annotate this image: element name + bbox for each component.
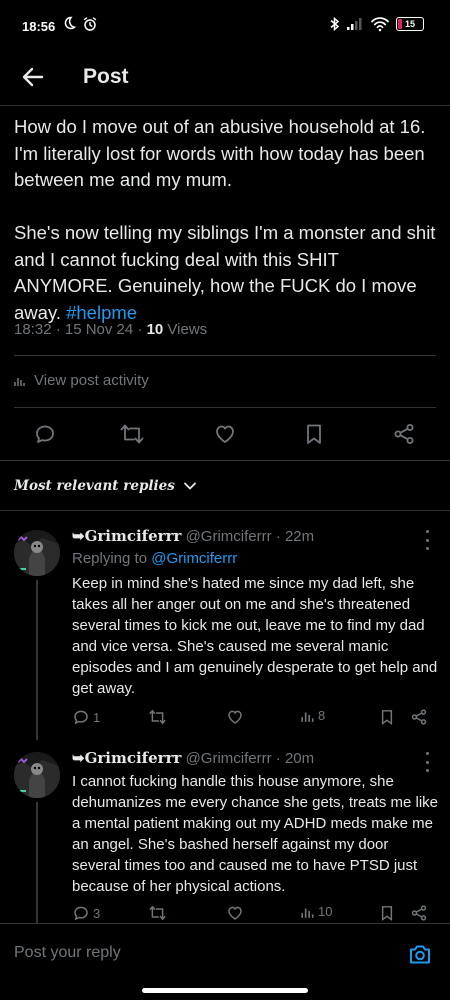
avatar[interactable] [14, 530, 60, 576]
repost-icon [149, 905, 166, 921]
reply-composer: Post your reply [0, 923, 450, 985]
share-icon [411, 709, 427, 725]
view-count: 10 [146, 321, 164, 338]
alarm-icon [83, 17, 97, 31]
avatar-image [14, 752, 60, 798]
camera-button[interactable] [404, 938, 436, 970]
like-button[interactable] [226, 904, 244, 922]
reply-count: 3 [93, 905, 101, 921]
hashtag-link[interactable]: #helpme [66, 302, 137, 323]
reply-time: 20m [284, 750, 315, 767]
back-button[interactable] [18, 62, 48, 92]
battery-indicator: 15 [396, 17, 424, 31]
repost-button[interactable] [118, 420, 146, 448]
reply-icon [74, 710, 88, 725]
reply-action-bar: 1 8 [72, 708, 434, 732]
view-post-activity-label: View post activity [34, 372, 149, 389]
repost-button[interactable] [148, 708, 167, 726]
heart-icon [228, 906, 242, 920]
views-button[interactable]: 10 [301, 904, 332, 919]
share-button[interactable] [390, 420, 418, 448]
reply-item[interactable]: ➥Grimciferrr @Grimciferrr · 20m I cannot… [0, 742, 450, 924]
reply-author-name[interactable]: ➥Grimciferrr [72, 749, 181, 767]
bookmark-button[interactable] [379, 904, 395, 922]
bluetooth-icon [330, 16, 340, 32]
avatar-image [14, 530, 60, 576]
repost-icon [149, 709, 166, 725]
home-indicator[interactable] [142, 988, 308, 993]
replying-to-handle[interactable]: @Grimciferrr [151, 550, 237, 567]
share-button[interactable] [410, 708, 428, 726]
post-timestamp: 18:32 · 15 Nov 24 · [14, 321, 147, 338]
bookmark-icon [381, 710, 393, 725]
chevron-down-icon [183, 482, 196, 490]
replying-to: Replying to @Grimciferrr [72, 550, 238, 567]
share-icon [394, 424, 414, 444]
post-body: How do I move out of an abusive househol… [14, 116, 436, 323]
reply-input[interactable]: Post your reply [14, 944, 121, 962]
reply-header: ➥Grimciferrr @Grimciferrr · 22m [72, 527, 315, 545]
bookmark-icon [307, 424, 321, 444]
divider [0, 460, 450, 461]
reply-icon [74, 906, 88, 921]
post-text: How do I move out of an abusive househol… [14, 114, 436, 326]
heart-icon [216, 425, 234, 443]
views-label: Views [163, 321, 208, 338]
bookmark-icon [381, 906, 393, 921]
divider [14, 407, 436, 408]
reply-author-handle[interactable]: @Grimciferrr [186, 528, 272, 545]
avatar[interactable] [14, 752, 60, 798]
divider [14, 355, 436, 356]
status-bar: 18:56 15 [0, 0, 450, 50]
reply-author-name[interactable]: ➥Grimciferrr [72, 527, 181, 545]
heart-icon [228, 710, 242, 724]
view-count: 10 [318, 904, 333, 919]
reply-icon [36, 425, 54, 443]
repost-icon [120, 424, 144, 444]
analytics-icon [14, 377, 25, 386]
bookmark-button[interactable] [300, 420, 328, 448]
like-button[interactable] [211, 420, 239, 448]
like-button[interactable] [226, 708, 244, 726]
reply-more-button[interactable] [422, 530, 432, 550]
repost-button[interactable] [148, 904, 167, 922]
reply-more-button[interactable] [422, 752, 432, 772]
reply-button[interactable]: 1 [72, 708, 100, 726]
post-action-bar [0, 416, 450, 452]
reply-button[interactable]: 3 [72, 904, 100, 922]
view-count: 8 [318, 708, 326, 723]
top-app-bar: Post [0, 50, 450, 106]
analytics-icon [301, 712, 314, 722]
reply-text: I cannot fucking handle this house anymo… [72, 773, 439, 895]
status-time: 18:56 [22, 19, 56, 34]
camera-icon [410, 945, 430, 964]
analytics-icon [301, 908, 314, 918]
page-title: Post [83, 65, 129, 88]
share-icon [411, 905, 427, 921]
view-post-activity[interactable]: View post activity [14, 372, 149, 389]
reply-sort-selector[interactable]: Most relevant replies [14, 478, 197, 494]
thread-line [36, 580, 38, 740]
divider [0, 510, 450, 511]
reply-count: 1 [93, 709, 101, 725]
reply-item[interactable]: ➥Grimciferrr @Grimciferrr · 22m Replying… [0, 520, 450, 740]
wifi-icon [371, 17, 389, 32]
thread-line [36, 802, 38, 924]
reply-time: 22m [284, 528, 315, 545]
reply-author-handle[interactable]: @Grimciferrr [186, 750, 272, 767]
bookmark-button[interactable] [379, 708, 395, 726]
reply-button[interactable] [31, 420, 59, 448]
arrow-left-icon [22, 67, 44, 87]
reply-text: Keep in mind she's hated me since my dad… [72, 575, 438, 697]
main-post: How do I move out of an abusive househol… [14, 114, 436, 326]
moon-icon [64, 16, 76, 30]
post-meta: 18:32 · 15 Nov 24 · 10 Views [14, 321, 207, 338]
sort-label: Most relevant replies [14, 478, 175, 494]
reply-header: ➥Grimciferrr @Grimciferrr · 20m [72, 749, 315, 767]
signal-icon [347, 18, 362, 30]
share-button[interactable] [410, 904, 428, 922]
views-button[interactable]: 8 [301, 708, 325, 723]
